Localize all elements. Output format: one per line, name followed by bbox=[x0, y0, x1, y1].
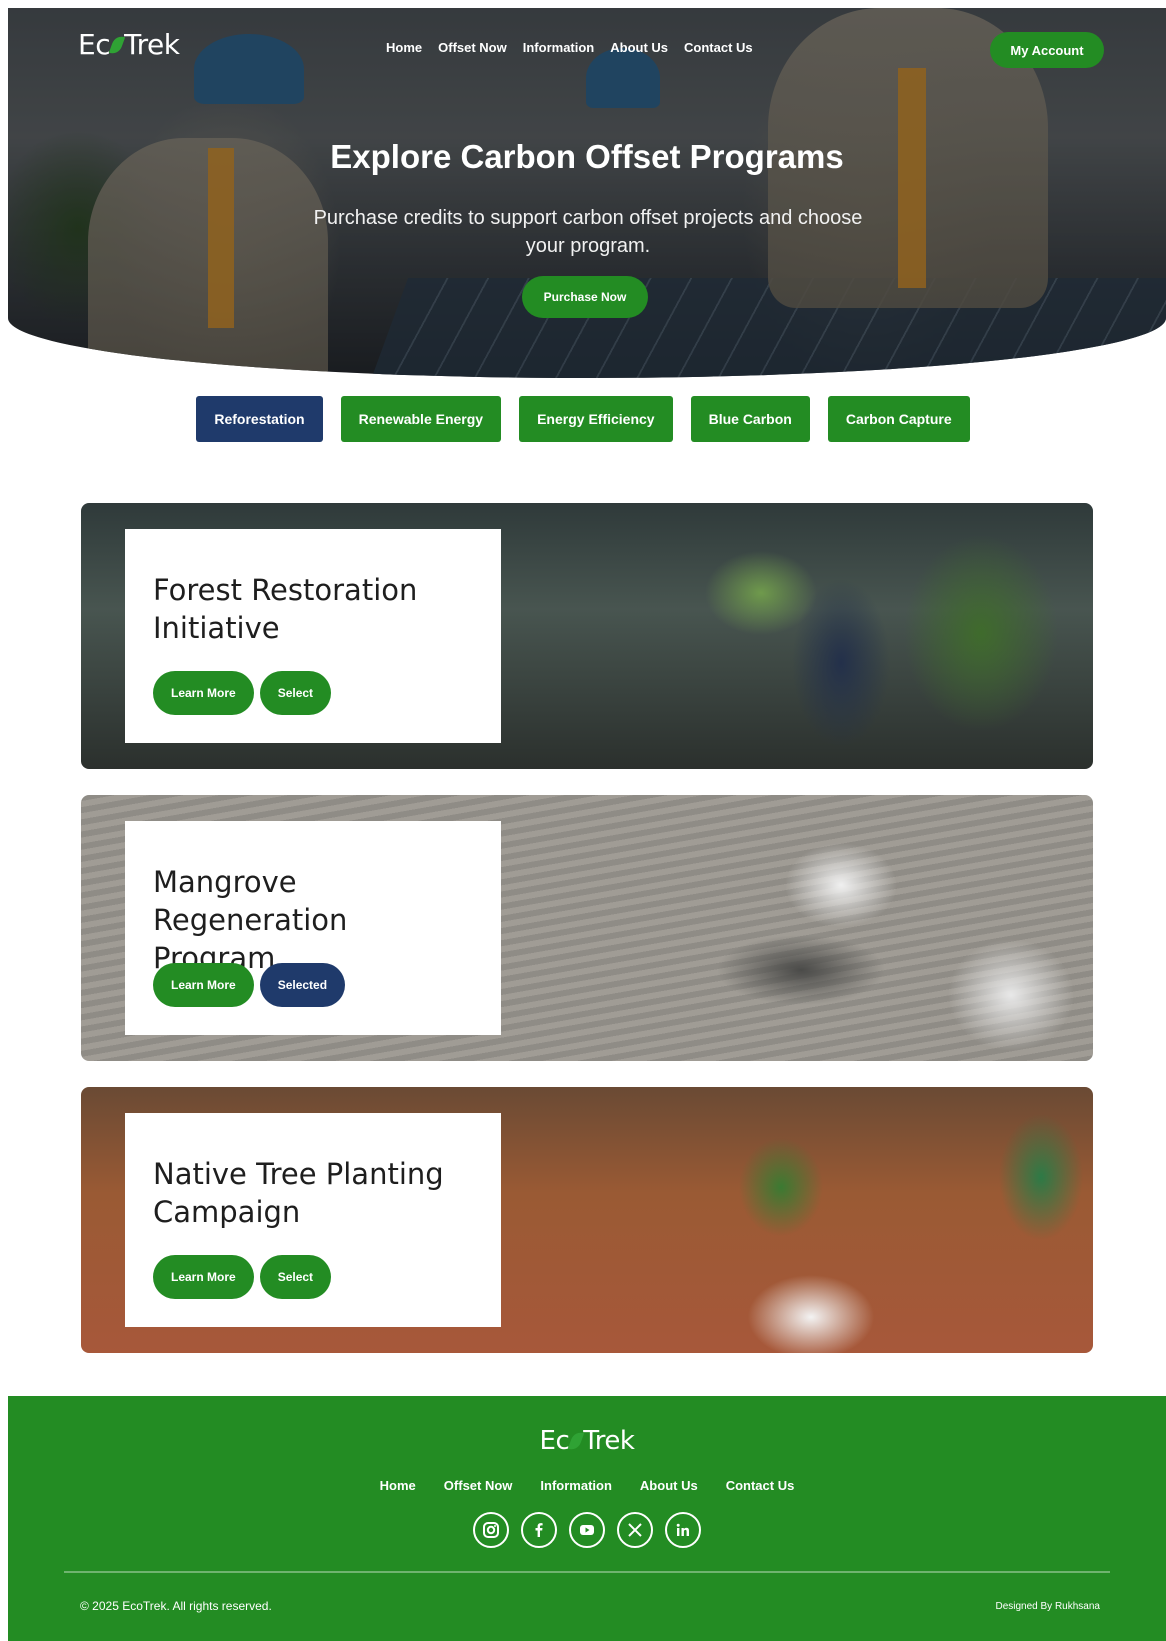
tab-renewable-energy[interactable]: Renewable Energy bbox=[340, 396, 502, 442]
program-title: Forest Restoration Initiative bbox=[153, 573, 418, 645]
designer-credit: Designed By Rukhsana bbox=[995, 1601, 1100, 1612]
hero-banner: Ec Trek Home Offset Now Information About… bbox=[8, 8, 1166, 378]
program-info-box: Mangrove Regeneration Program Learn More… bbox=[125, 821, 501, 1035]
tab-blue-carbon[interactable]: Blue Carbon bbox=[690, 396, 810, 442]
tab-carbon-capture[interactable]: Carbon Capture bbox=[827, 396, 970, 442]
footer-logo[interactable]: Ec Trek bbox=[8, 1426, 1166, 1456]
nav-contact-us[interactable]: Contact Us bbox=[684, 40, 753, 55]
x-icon[interactable] bbox=[617, 1512, 653, 1548]
program-info-box: Native Tree Planting Campaign Learn More… bbox=[125, 1113, 501, 1327]
footer-nav: Home Offset Now Information About Us Con… bbox=[8, 1478, 1166, 1493]
program-actions: Learn More Select bbox=[153, 1255, 332, 1299]
program-actions: Learn More Selected bbox=[153, 963, 346, 1007]
selected-button[interactable]: Selected bbox=[259, 963, 346, 1007]
youtube-icon[interactable] bbox=[569, 1512, 605, 1548]
footer-nav-contact-us[interactable]: Contact Us bbox=[726, 1478, 795, 1493]
program-actions: Learn More Select bbox=[153, 671, 332, 715]
instagram-icon[interactable] bbox=[473, 1512, 509, 1548]
footer-nav-home[interactable]: Home bbox=[380, 1478, 416, 1493]
program-card: Mangrove Regeneration Program Learn More… bbox=[81, 795, 1093, 1061]
purchase-now-button[interactable]: Purchase Now bbox=[522, 276, 648, 318]
select-button[interactable]: Select bbox=[259, 1255, 332, 1299]
brand-logo[interactable]: Ec Trek bbox=[78, 28, 180, 61]
my-account-button[interactable]: My Account bbox=[990, 32, 1104, 68]
learn-more-button[interactable]: Learn More bbox=[153, 671, 254, 715]
social-links bbox=[8, 1512, 1166, 1548]
site-footer: Ec Trek Home Offset Now Information About… bbox=[8, 1396, 1166, 1641]
main-nav: Home Offset Now Information About Us Con… bbox=[386, 40, 753, 55]
copyright-text: © 2025 EcoTrek. All rights reserved. bbox=[80, 1599, 272, 1613]
tab-energy-efficiency[interactable]: Energy Efficiency bbox=[519, 396, 673, 442]
nav-offset-now[interactable]: Offset Now bbox=[438, 40, 507, 55]
nav-about-us[interactable]: About Us bbox=[610, 40, 668, 55]
hero-title: Explore Carbon Offset Programs bbox=[330, 138, 844, 175]
program-card: Native Tree Planting Campaign Learn More… bbox=[81, 1087, 1093, 1353]
leaf-icon bbox=[568, 1429, 585, 1453]
logo-text-right: Trek bbox=[124, 28, 180, 61]
logo-text-left: Ec bbox=[78, 28, 111, 61]
tab-reforestation[interactable]: Reforestation bbox=[196, 396, 323, 442]
hero-subtitle: Purchase credits to support carbon offse… bbox=[313, 207, 863, 257]
footer-divider bbox=[64, 1571, 1110, 1573]
logo-text-left: Ec bbox=[539, 1426, 570, 1456]
nav-home[interactable]: Home bbox=[386, 40, 422, 55]
nav-information[interactable]: Information bbox=[523, 40, 595, 55]
facebook-icon[interactable] bbox=[521, 1512, 557, 1548]
linkedin-icon[interactable] bbox=[665, 1512, 701, 1548]
footer-nav-information[interactable]: Information bbox=[540, 1478, 612, 1493]
program-card: Forest Restoration Initiative Learn More… bbox=[81, 503, 1093, 769]
learn-more-button[interactable]: Learn More bbox=[153, 963, 254, 1007]
select-button[interactable]: Select bbox=[259, 671, 332, 715]
category-tabs: Reforestation Renewable Energy Energy Ef… bbox=[0, 396, 1166, 442]
program-info-box: Forest Restoration Initiative Learn More… bbox=[125, 529, 501, 743]
hero-overlay bbox=[8, 8, 1166, 378]
footer-nav-about-us[interactable]: About Us bbox=[640, 1478, 698, 1493]
leaf-icon bbox=[108, 33, 126, 56]
footer-nav-offset-now[interactable]: Offset Now bbox=[444, 1478, 513, 1493]
logo-text-right: Trek bbox=[583, 1426, 635, 1456]
learn-more-button[interactable]: Learn More bbox=[153, 1255, 254, 1299]
program-title: Mangrove Regeneration Program bbox=[153, 865, 348, 975]
program-title: Native Tree Planting Campaign bbox=[153, 1157, 444, 1229]
